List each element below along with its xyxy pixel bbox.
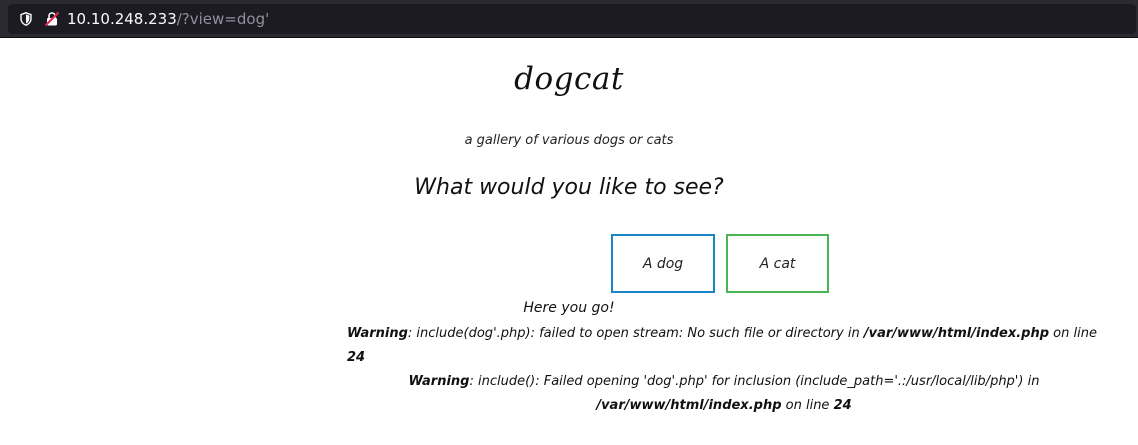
warning-file: /var/www/html/index.php bbox=[863, 326, 1050, 341]
address-bar[interactable]: 10.10.248.233/?view=dog' bbox=[8, 4, 1136, 34]
url-path: /?view=dog' bbox=[176, 10, 270, 28]
warning-text: : include(): Failed opening 'dog'.php' f… bbox=[469, 374, 1040, 389]
page-content: dogcat a gallery of various dogs or cats… bbox=[0, 39, 1138, 445]
warning-file: /var/www/html/index.php bbox=[596, 398, 782, 413]
page-title: dogcat bbox=[514, 61, 624, 97]
shield-icon[interactable] bbox=[19, 11, 33, 27]
warning-text: : include(dog'.php): failed to open stre… bbox=[407, 326, 864, 341]
question-heading: What would you like to see? bbox=[414, 175, 724, 200]
dog-button[interactable]: A dog bbox=[611, 234, 715, 293]
url-host: 10.10.248.233 bbox=[67, 10, 177, 28]
insecure-lock-icon[interactable] bbox=[43, 10, 61, 28]
cat-button[interactable]: A cat bbox=[726, 234, 829, 293]
warning-line-text: on line bbox=[1049, 326, 1097, 341]
php-warning: Warning: include(): Failed opening 'dog'… bbox=[324, 370, 1124, 418]
result-message: Here you go! bbox=[523, 300, 615, 316]
warning-line-number: 24 bbox=[833, 398, 852, 413]
url-text[interactable]: 10.10.248.233/?view=dog' bbox=[67, 10, 269, 28]
warning-label: Warning bbox=[347, 326, 408, 341]
warning-line-text: on line bbox=[781, 398, 834, 413]
browser-toolbar: 10.10.248.233/?view=dog' bbox=[0, 0, 1138, 38]
php-warning: Warning: include(dog'.php): failed to op… bbox=[347, 322, 1107, 370]
warning-label: Warning bbox=[408, 374, 470, 389]
page-subtitle: a gallery of various dogs or cats bbox=[464, 133, 674, 148]
warning-line-number: 24 bbox=[347, 350, 366, 365]
